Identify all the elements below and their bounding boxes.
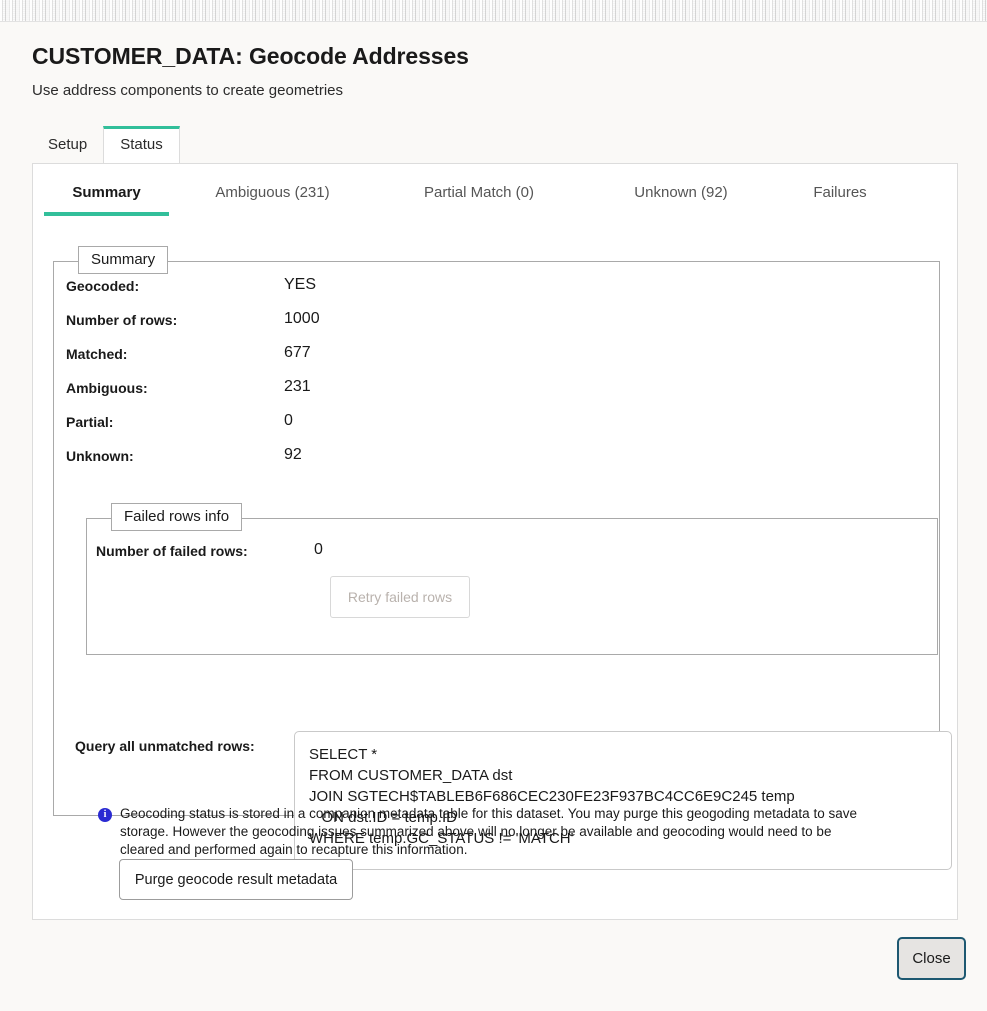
info-icon: i <box>98 808 112 822</box>
summary-value-partial: 0 <box>284 412 293 429</box>
notice-text: Geocoding status is stored in a companio… <box>120 806 857 857</box>
window-texture-strip <box>0 0 987 22</box>
tab-unknown[interactable]: Unknown (92) <box>582 164 780 222</box>
summary-label-partial: Partial: <box>66 414 114 430</box>
tab-partial-match[interactable]: Partial Match (0) <box>376 164 582 222</box>
summary-label-matched: Matched: <box>66 346 128 362</box>
inner-tab-bar: Summary Ambiguous (231) Partial Match (0… <box>33 164 957 222</box>
summary-row-number-of-rows: Number of rows: 1000 <box>66 310 951 344</box>
purge-geocode-metadata-button[interactable]: Purge geocode result metadata <box>119 859 353 900</box>
summary-label-unknown: Unknown: <box>66 448 134 464</box>
summary-row-ambiguous: Ambiguous: 231 <box>66 378 951 412</box>
failed-rows-fieldset-legend: Failed rows info <box>111 503 243 531</box>
retry-failed-rows-button[interactable]: Retry failed rows <box>330 576 470 618</box>
failed-rows-value: 0 <box>314 541 323 558</box>
summary-value-geocoded: YES <box>284 276 317 293</box>
page-subtitle: Use address components to create geometr… <box>32 82 343 99</box>
summary-fieldset-legend: Summary <box>78 246 169 274</box>
summary-rows: Geocoded: YES Number of rows: 1000 Match… <box>66 276 951 480</box>
tab-summary[interactable]: Summary <box>44 164 169 222</box>
outer-tab-setup[interactable]: Setup <box>32 126 103 163</box>
summary-label-ambiguous: Ambiguous: <box>66 380 148 396</box>
status-content-panel: Summary Ambiguous (231) Partial Match (0… <box>32 163 958 920</box>
tab-failures[interactable]: Failures <box>780 164 900 222</box>
summary-row-matched: Matched: 677 <box>66 344 951 378</box>
summary-label-number-of-rows: Number of rows: <box>66 312 178 328</box>
summary-value-ambiguous: 231 <box>284 378 311 395</box>
outer-tab-status[interactable]: Status <box>103 126 180 163</box>
tab-ambiguous[interactable]: Ambiguous (231) <box>169 164 376 222</box>
summary-row-geocoded: Geocoded: YES <box>66 276 951 310</box>
outer-tab-bar: Setup Status <box>32 126 180 163</box>
failed-rows-count-row: Number of failed rows: 0 <box>96 541 323 559</box>
summary-row-partial: Partial: 0 <box>66 412 951 446</box>
failed-rows-fieldset: Failed rows info Number of failed rows: … <box>86 503 938 655</box>
summary-row-unknown: Unknown: 92 <box>66 446 951 480</box>
summary-value-unknown: 92 <box>284 446 302 463</box>
summary-value-number-of-rows: 1000 <box>284 310 320 327</box>
close-button[interactable]: Close <box>897 937 966 980</box>
summary-label-geocoded: Geocoded: <box>66 278 140 294</box>
page-title: CUSTOMER_DATA: Geocode Addresses <box>32 43 469 69</box>
query-label: Query all unmatched rows: <box>75 738 255 754</box>
summary-fieldset: Summary Geocoded: YES Number of rows: 10… <box>53 246 952 870</box>
failed-rows-label: Number of failed rows: <box>96 543 248 559</box>
page-header: CUSTOMER_DATA: Geocode Addresses Use add… <box>0 22 987 99</box>
geocode-metadata-notice: i Geocoding status is stored in a compan… <box>98 805 868 859</box>
summary-value-matched: 677 <box>284 344 311 361</box>
